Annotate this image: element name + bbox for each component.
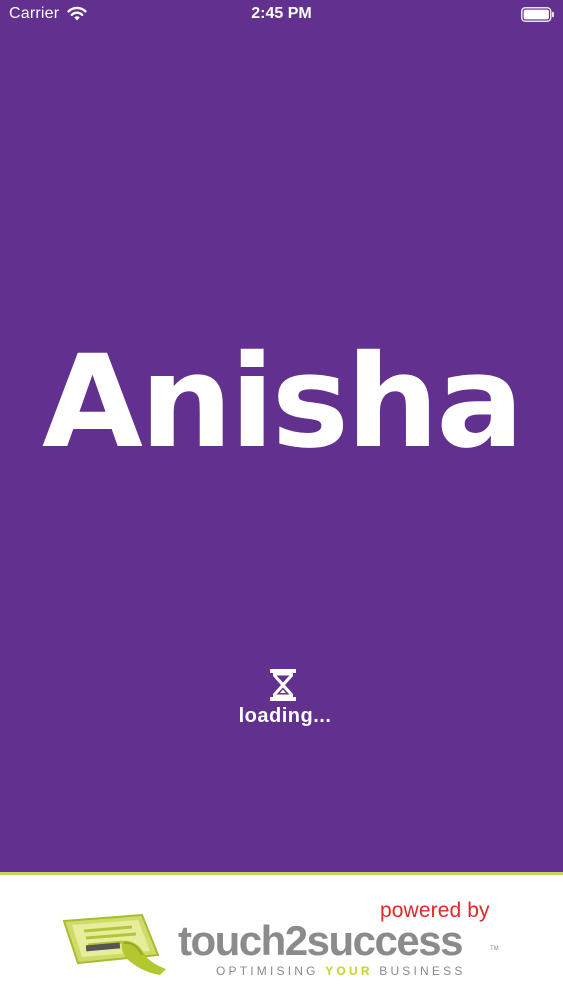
touch2success-device-logo [62,913,166,975]
status-bar: Carrier 2:45 PM [0,0,563,30]
brand-tagline: OPTIMISING YOUR BUSINESS [216,964,466,978]
hourglass-icon [270,669,296,701]
loading-label: loading... [238,705,332,727]
restaurant-name-title: Anisha [41,328,524,477]
battery-icon [521,7,554,22]
status-time: 2:45 PM [251,5,312,22]
brand-name: touch2success [178,917,463,964]
powered-by-footer: powered by touch2success TM OPTIMISING Y… [0,872,563,1000]
trademark-mark: TM [490,946,499,952]
tagline-text-start: OPTIMISING [216,964,326,978]
splash-screen: Carrier 2:45 PM Anisha loading... [0,0,563,872]
tagline-text-end: BUSINESS [372,964,466,978]
tagline-highlight: YOUR [325,964,373,978]
